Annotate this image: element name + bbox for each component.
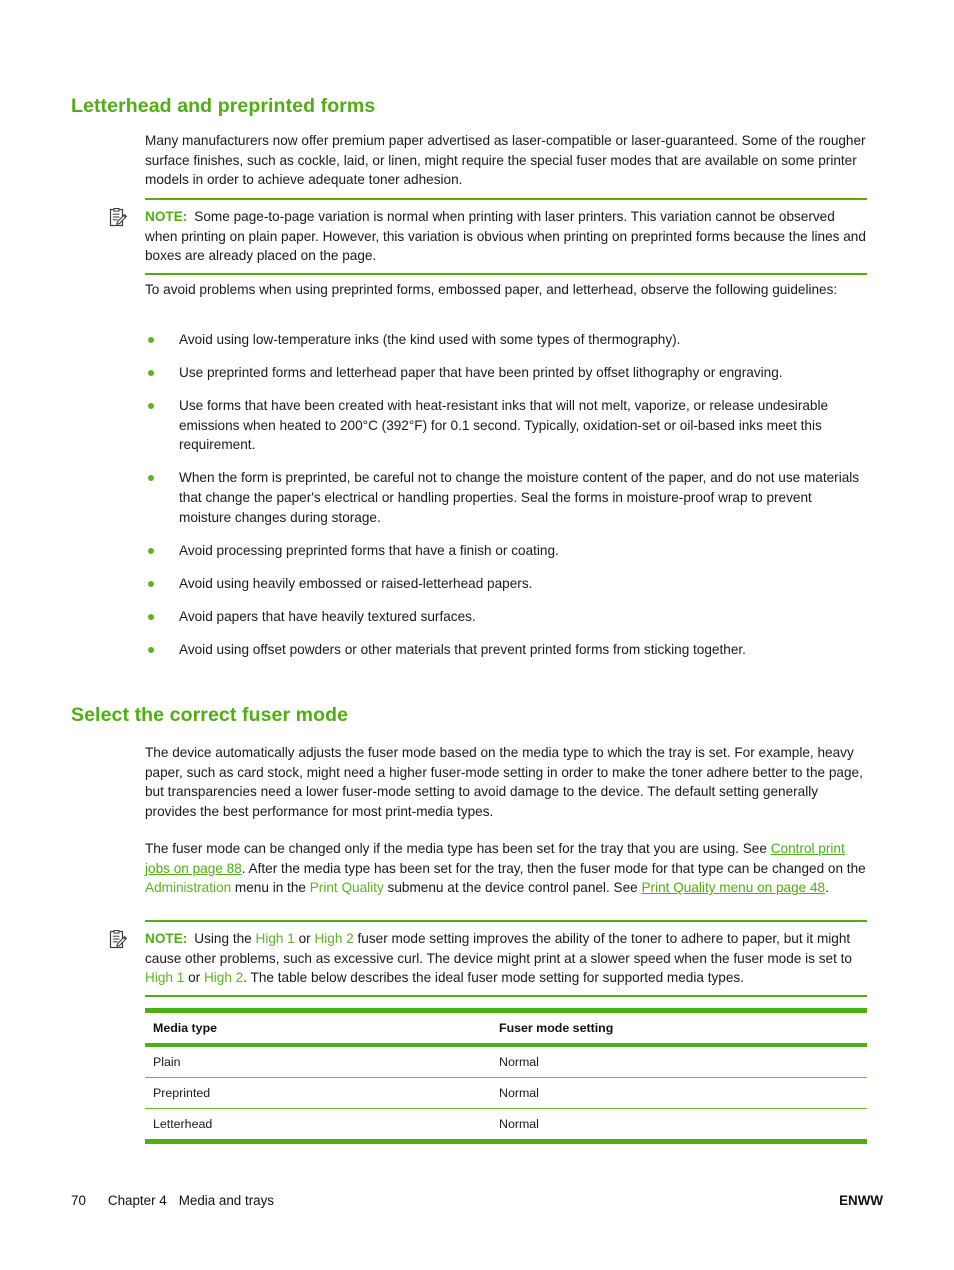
note-text: Some page-to-page variation is normal wh… <box>145 209 866 264</box>
table-rule-bottom <box>145 1139 867 1144</box>
paragraph-intro: Many manufacturers now offer premium pap… <box>145 133 866 188</box>
paragraph-fuser-intro: The device automatically adjusts the fus… <box>145 745 863 819</box>
text-fragment: or <box>184 970 204 986</box>
fuser-mode-table: Media type Fuser mode setting Plain Norm… <box>145 1008 867 1144</box>
list-item-text: Avoid using heavily embossed or raised-l… <box>179 575 533 591</box>
table-row: Plain Normal <box>145 1047 867 1078</box>
ui-term-high-2: High 2 <box>314 931 354 946</box>
bullet-dot-icon <box>148 337 154 343</box>
list-item: Use forms that have been created with he… <box>145 396 867 455</box>
footer-left: 70 Chapter 4 Media and trays <box>71 1193 274 1208</box>
table-cell-media-type: Preprinted <box>145 1077 491 1109</box>
bullet-dot-icon <box>148 547 154 554</box>
note-body: NOTE: Some page-to-page variation is norm… <box>145 207 867 266</box>
table-row: Letterhead Normal <box>145 1109 867 1140</box>
note-body: NOTE: Using the High 1 or High 2 fuser mo… <box>145 929 867 988</box>
list-item-text: When the form is preprinted, be careful … <box>179 470 860 525</box>
ui-term-print-quality: Print Quality <box>309 880 384 896</box>
text-fragment: submenu at the device control panel. See <box>383 880 642 896</box>
note-box-high-fuser-modes: NOTE: Using the High 1 or High 2 fuser mo… <box>109 920 867 997</box>
list-item: Avoid using heavily embossed or raised-l… <box>145 574 867 594</box>
footer-chapter-title: Media and trays <box>178 1193 274 1208</box>
page-footer: 70 Chapter 4 Media and trays ENWW <box>71 1193 883 1213</box>
table-row: Preprinted Normal <box>145 1077 867 1109</box>
text-fragment: . After the media type has been set for … <box>241 860 866 876</box>
table-header-fuser-mode-setting: Fuser mode setting <box>499 1021 614 1035</box>
list-item-text: Avoid using low-temperature inks (the ki… <box>179 332 681 347</box>
text-fragment: menu in the <box>231 880 310 896</box>
footer-enww-label: ENWW <box>839 1193 883 1208</box>
bullet-dot-icon <box>148 647 154 654</box>
list-item-text: Use forms that have been created with he… <box>179 398 829 453</box>
bullet-dot-icon <box>148 580 154 587</box>
text-fragment: The fuser mode can be changed only if th… <box>145 841 771 856</box>
ui-term-high-1: High 1 <box>145 970 185 986</box>
bullet-dot-icon <box>148 370 154 377</box>
list-item: Avoid using low-temperature inks (the ki… <box>145 330 867 350</box>
list-item: When the form is preprinted, be careful … <box>145 468 867 527</box>
list-item: Avoid using offset powders or other mate… <box>145 640 867 660</box>
list-item-text: Avoid using offset powders or other mate… <box>179 642 746 658</box>
table-cell-media-type: Letterhead <box>153 1117 213 1131</box>
text-fragment: . <box>825 880 829 896</box>
ui-term-high-1: High 1 <box>255 931 295 946</box>
list-item-text: Use preprinted forms and letterhead pape… <box>179 365 783 381</box>
page-title-letterhead-and-preprinted-forms: Letterhead and preprinted forms <box>71 95 376 117</box>
ui-term-administration: Administration <box>145 880 232 896</box>
list-item: Avoid papers that have heavily textured … <box>145 607 867 627</box>
table-cell-fuser-mode: Normal <box>491 1047 867 1078</box>
table-header-media-type: Media type <box>153 1021 218 1035</box>
list-item-text: Avoid processing preprinted forms that h… <box>179 542 559 558</box>
footer-chapter: Chapter 4 <box>107 1193 167 1208</box>
note-label: NOTE: <box>145 931 188 946</box>
bullet-dot-icon <box>148 475 154 482</box>
note-clipboard-icon <box>108 208 128 228</box>
footer-page-number: 70 <box>71 1193 86 1208</box>
text-fragment: Using the <box>194 931 256 946</box>
link-print-quality-menu[interactable]: Print Quality menu on page 48 <box>641 880 825 895</box>
paragraph-fuser-change: The fuser mode can be changed only if th… <box>145 839 867 898</box>
table-cell-fuser-mode: Normal <box>499 1117 539 1131</box>
list-item-text: Avoid papers that have heavily textured … <box>179 608 476 624</box>
note-box-page-variation: NOTE: Some page-to-page variation is norm… <box>109 198 867 275</box>
text-fragment: or <box>294 931 315 946</box>
guidelines-bullet-list: Avoid using low-temperature inks (the ki… <box>145 330 867 673</box>
note-label: NOTE: <box>145 209 188 224</box>
bullet-dot-icon <box>148 403 154 410</box>
table-cell-fuser-mode: Normal <box>491 1077 867 1109</box>
ui-term-high-2: High 2 <box>203 970 244 986</box>
paragraph-guidelines-lead: To avoid problems when using preprinted … <box>145 282 838 297</box>
list-item: Use preprinted forms and letterhead pape… <box>145 363 867 383</box>
note-clipboard-icon <box>108 930 128 950</box>
document-page: Letterhead and preprinted forms Many man… <box>0 0 954 1270</box>
table-header-row: Media type Fuser mode setting <box>145 1013 867 1043</box>
list-item: Avoid processing preprinted forms that h… <box>145 541 867 561</box>
text-fragment: . The table below describes the ideal fu… <box>243 970 744 986</box>
bullet-dot-icon <box>148 613 154 620</box>
table-cell-media-type: Plain <box>145 1047 491 1078</box>
page-title-select-the-correct-fuser-mode: Select the correct fuser mode <box>71 704 349 726</box>
